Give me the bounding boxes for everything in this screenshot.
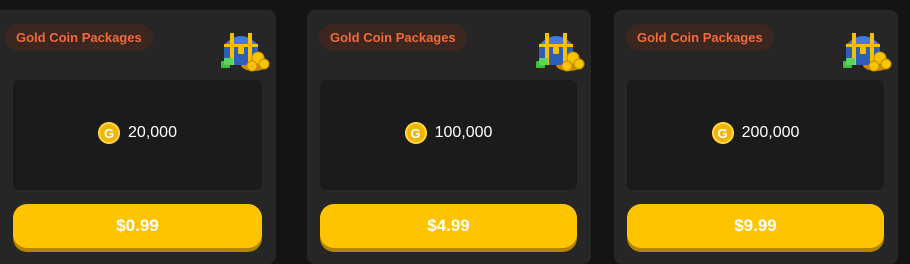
coin-amount-panel: G 100,000 [320,80,577,190]
package-card-100000: Gold Coin Packages G 100,000 $4.99 [307,10,591,264]
buy-button-200000[interactable]: $9.99 [627,204,884,248]
coin-amount: G 20,000 [13,121,262,145]
gold-coin-icon: G [98,122,121,144]
package-category-badge: Gold Coin Packages [5,24,153,51]
price-label: $9.99 [734,216,777,235]
coin-amount-panel: G 20,000 [13,80,262,190]
treasure-chest-icon [843,33,892,72]
treasure-chest-icon [536,33,585,72]
package-card-20000: Gold Coin Packages G 20,000 $0.99 [0,10,276,264]
gold-coin-package-list: Gold Coin Packages G 20,000 $0.99 Gold C… [0,10,910,264]
coin-letter: G [410,125,421,141]
package-card-200000: Gold Coin Packages G 200,000 $9.99 [614,10,898,264]
price-label: $4.99 [427,216,470,235]
coin-letter: G [103,125,115,141]
gold-coin-icon: G [711,122,734,144]
coin-amount-value: 20,000 [128,124,177,141]
package-category-badge: Gold Coin Packages [319,24,467,51]
coin-amount-value: 200,000 [741,124,800,141]
coin-amount: G 100,000 [320,121,577,145]
coin-amount-value: 100,000 [434,124,493,141]
coin-amount-panel: G 200,000 [627,80,884,190]
gold-coin-icon: G [404,122,427,144]
price-label: $0.99 [116,216,159,235]
coin-letter: G [717,125,728,141]
treasure-chest-icon [221,33,270,72]
package-category-badge: Gold Coin Packages [626,24,774,51]
coin-amount: G 200,000 [627,121,884,145]
buy-button-100000[interactable]: $4.99 [320,204,577,248]
buy-button-20000[interactable]: $0.99 [13,204,262,248]
